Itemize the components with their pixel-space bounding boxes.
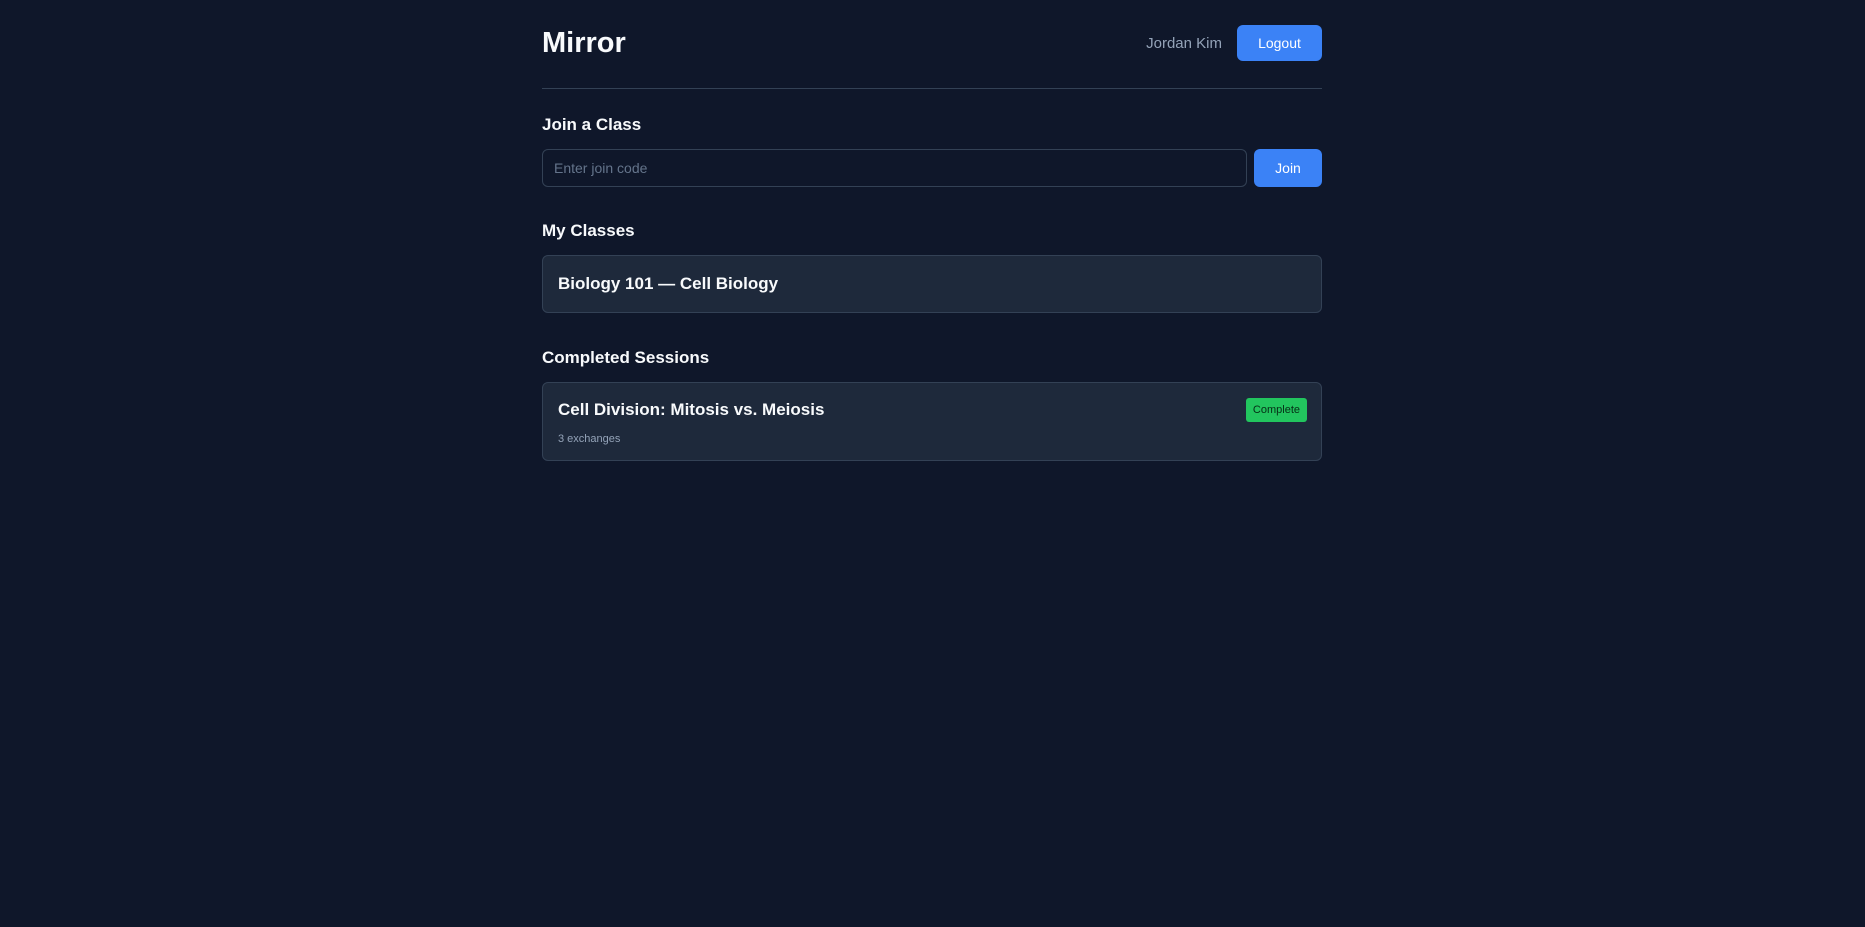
completed-sessions-section: Completed Sessions Cell Division: Mitosi…: [542, 348, 1322, 461]
join-class-section: Join a Class Join: [542, 115, 1322, 187]
user-area: Jordan Kim Logout: [1146, 25, 1322, 61]
join-button[interactable]: Join: [1254, 149, 1322, 187]
class-card[interactable]: Biology 101 — Cell Biology: [542, 255, 1322, 313]
my-classes-section: My Classes Biology 101 — Cell Biology: [542, 221, 1322, 313]
session-card-header: Cell Division: Mitosis vs. Meiosis Compl…: [558, 398, 1307, 422]
my-classes-heading: My Classes: [542, 221, 635, 240]
session-card[interactable]: Cell Division: Mitosis vs. Meiosis Compl…: [542, 382, 1322, 461]
join-code-input[interactable]: [542, 149, 1247, 187]
app-title: Mirror: [542, 26, 626, 59]
page-header: Mirror Jordan Kim Logout: [542, 0, 1322, 89]
session-exchange-count: 3 exchanges: [558, 433, 621, 445]
completed-sessions-heading: Completed Sessions: [542, 348, 710, 367]
main-container: Mirror Jordan Kim Logout Join a Class Jo…: [542, 0, 1322, 461]
logout-button[interactable]: Logout: [1237, 25, 1322, 61]
join-form: Join: [542, 149, 1322, 187]
status-badge: Complete: [1245, 398, 1307, 422]
session-title: Cell Division: Mitosis vs. Meiosis: [558, 400, 825, 419]
class-name: Biology 101 — Cell Biology: [558, 274, 779, 293]
join-class-heading: Join a Class: [542, 115, 642, 134]
user-name: Jordan Kim: [1146, 34, 1222, 52]
